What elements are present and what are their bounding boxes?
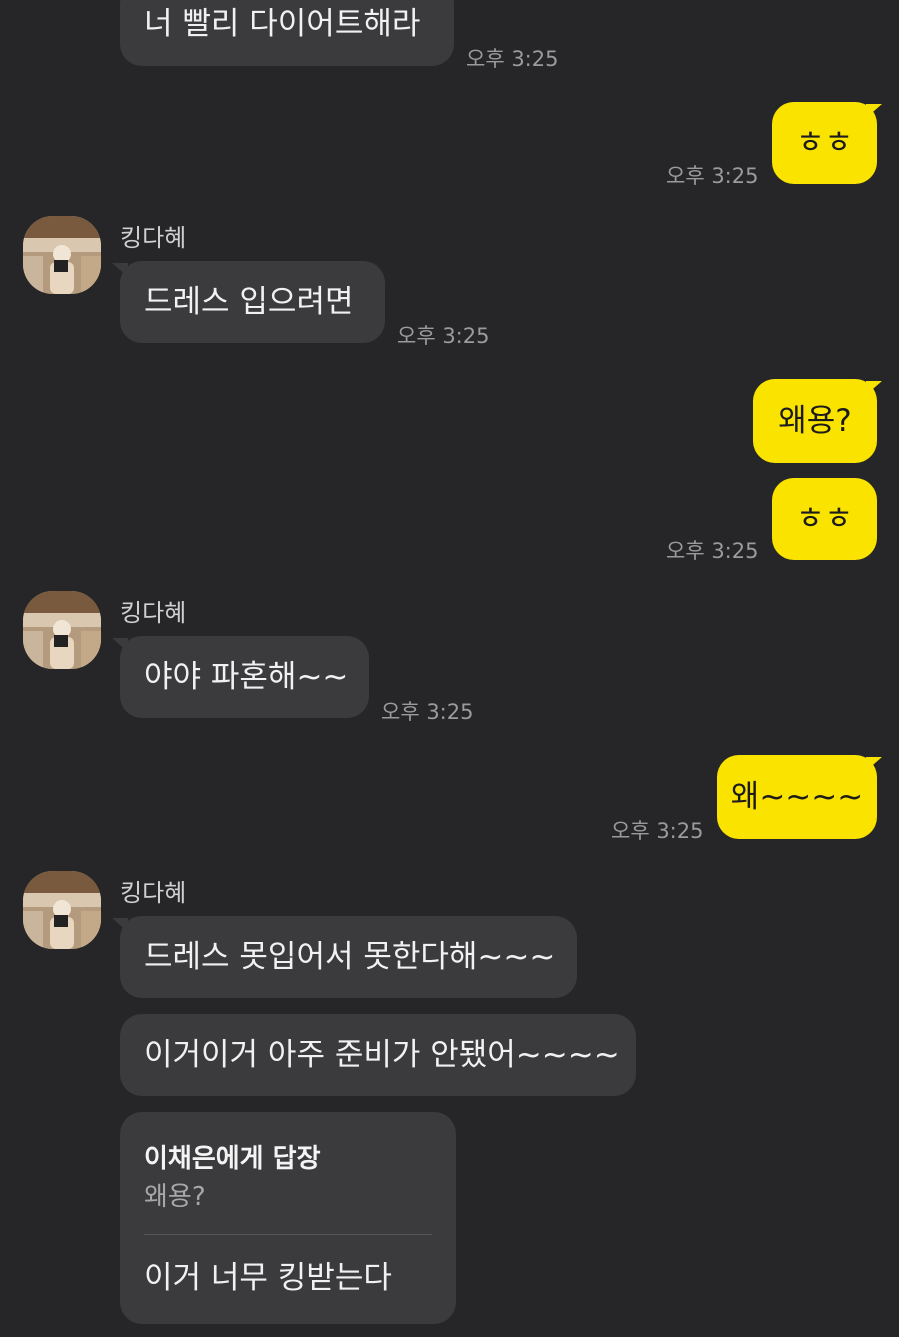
message-bubble-incoming[interactable]: 드레스 입으려면 xyxy=(120,261,385,343)
message-text: 야야 파혼해~~ xyxy=(144,659,349,695)
message-time: 오후 3:25 xyxy=(666,539,759,563)
profile-photo-icon xyxy=(23,591,101,669)
message-text: 드레스 못입어서 못한다해~~~ xyxy=(144,939,556,975)
message-time: 오후 3:25 xyxy=(466,47,559,71)
message-time: 오후 3:25 xyxy=(381,700,474,724)
message-text: 왜~~~~ xyxy=(730,779,864,815)
message-time: 오후 3:25 xyxy=(611,819,704,843)
profile-photo-icon xyxy=(23,216,101,294)
chat-view: 너 빨리 다이어트해라 오후 3:25 ㅎㅎ 오후 3:25 킹다혜 드레스 입… xyxy=(0,0,899,1337)
message-text: 왜용? xyxy=(778,403,852,439)
divider xyxy=(144,1234,432,1235)
message-text: 이거 너무 킹받는다 xyxy=(144,1260,392,1296)
message-text: 드레스 입으려면 xyxy=(144,284,354,320)
message-bubble-outgoing[interactable]: 왜~~~~ xyxy=(717,755,877,839)
message-bubble-incoming[interactable]: 이거이거 아주 준비가 안됐어~~~~ xyxy=(120,1014,636,1096)
bubble-tail xyxy=(112,918,128,932)
reply-message-bubble[interactable]: 이채은에게 답장 왜용? 이거 너무 킹받는다 xyxy=(120,1112,456,1324)
message-time: 오후 3:25 xyxy=(666,164,759,188)
message-bubble-incoming[interactable]: 너 빨리 다이어트해라 xyxy=(120,0,454,66)
message-bubble-outgoing[interactable]: ㅎㅎ xyxy=(772,102,877,184)
sender-name: 킹다혜 xyxy=(120,879,187,907)
profile-photo-icon xyxy=(23,871,101,949)
message-time: 오후 3:25 xyxy=(397,324,490,348)
avatar[interactable] xyxy=(23,871,101,949)
message-text: 너 빨리 다이어트해라 xyxy=(144,6,421,42)
sender-name: 킹다혜 xyxy=(120,599,187,627)
message-bubble-outgoing[interactable]: 왜용? xyxy=(753,379,877,463)
avatar[interactable] xyxy=(23,216,101,294)
bubble-tail xyxy=(112,263,128,277)
reply-quoted-text[interactable]: 왜용? xyxy=(144,1176,206,1213)
avatar[interactable] xyxy=(23,591,101,669)
message-bubble-incoming[interactable]: 야야 파혼해~~ xyxy=(120,636,369,718)
bubble-tail xyxy=(112,638,128,652)
message-bubble-outgoing[interactable]: ㅎㅎ xyxy=(772,478,877,560)
bubble-tail xyxy=(866,757,882,771)
message-text: ㅎㅎ xyxy=(795,501,854,537)
message-text: 이거이거 아주 준비가 안됐어~~~~ xyxy=(144,1037,620,1073)
bubble-tail xyxy=(866,104,882,118)
message-bubble-incoming[interactable]: 드레스 못입어서 못한다해~~~ xyxy=(120,916,577,998)
bubble-tail xyxy=(866,381,882,395)
reply-header: 이채은에게 답장 xyxy=(144,1144,321,1174)
sender-name: 킹다혜 xyxy=(120,224,187,252)
message-text: ㅎㅎ xyxy=(795,125,854,161)
